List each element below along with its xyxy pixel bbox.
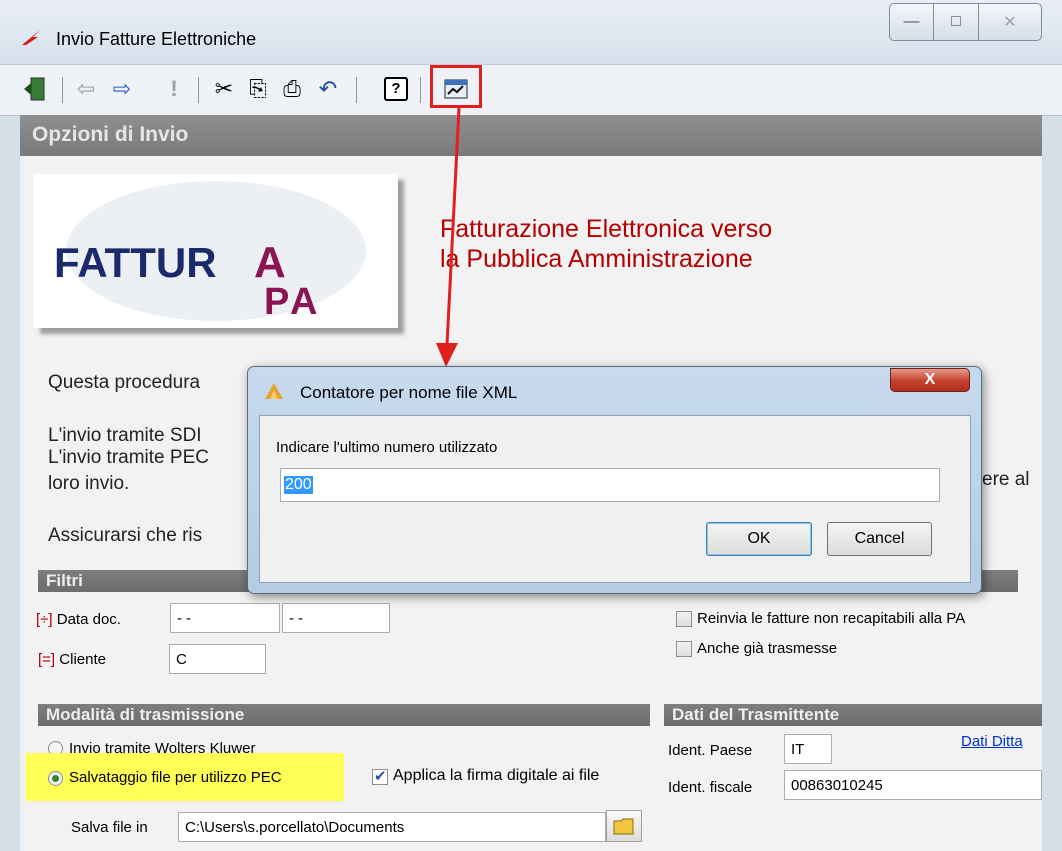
main-window: Invio Fatture Elettroniche — □ ✕ ⇦ ⇨ ! ✂…: [0, 0, 1062, 851]
arrow-left-icon: ⇦: [76, 76, 96, 101]
scissors-icon: ✂: [214, 76, 234, 101]
close-icon: ✕: [1003, 14, 1017, 31]
date-filter-label: [÷] Data doc.: [36, 611, 121, 628]
exclamation-icon: !: [170, 76, 178, 101]
assure-text: Assicurarsi che ris: [48, 525, 203, 546]
heading-line-2: la Pubblica Amministrazione: [440, 245, 753, 273]
date-to-input[interactable]: - -: [282, 603, 390, 633]
cancel-button[interactable]: Cancel: [827, 522, 932, 556]
undo-button[interactable]: ↶: [314, 75, 342, 103]
date-label-text: Data doc.: [56, 611, 121, 628]
minimize-icon: —: [903, 13, 920, 30]
section-title: Opzioni di Invio: [32, 123, 189, 146]
folder-icon: [613, 818, 634, 835]
forward-button[interactable]: ⇨: [108, 75, 136, 103]
counter-value: 200: [284, 476, 313, 494]
pec-text-line2: loro invio.: [48, 473, 130, 494]
logo-text-a: A: [254, 238, 286, 287]
alert-button[interactable]: !: [164, 75, 184, 103]
ok-button[interactable]: OK: [706, 522, 812, 556]
save-path-label: Salva file in: [71, 819, 148, 836]
fiscal-id-input[interactable]: 00863010245: [784, 770, 1042, 800]
window-title: Invio Fatture Elettroniche: [56, 29, 257, 49]
resend-label: Reinvia le fatture non recapitabili alla…: [697, 610, 966, 627]
counter-input[interactable]: 200: [280, 468, 940, 502]
dialog-close-button[interactable]: X: [890, 368, 970, 392]
resend-checkbox[interactable]: [676, 611, 692, 627]
client-filter-label: [=] Cliente: [38, 651, 106, 668]
maximize-button[interactable]: □: [933, 3, 979, 41]
back-button[interactable]: ⇦: [72, 75, 100, 103]
sdi-text: L'invio tramite SDI: [48, 425, 202, 446]
client-label-text: Cliente: [59, 651, 106, 668]
company-data-link[interactable]: Dati Ditta: [961, 733, 1023, 750]
digital-signature-label: Applica la firma digitale ai file: [393, 767, 600, 784]
close-window-button[interactable]: ✕: [978, 3, 1042, 41]
logo-text-p: P: [264, 281, 289, 323]
sender-group-title: Dati del Trasmittente: [664, 704, 1042, 726]
save-path-input[interactable]: C:\Users\s.porcellato\Documents: [178, 812, 606, 842]
logo-text-a2: A: [290, 281, 317, 323]
arrow-right-icon: ⇨: [112, 76, 132, 101]
radio-pec-label: Salvataggio file per utilizzo PEC: [69, 769, 282, 786]
copy-icon: ⎘: [249, 76, 267, 101]
date-filter-mark: [÷]: [36, 611, 53, 628]
toolbar-separator: [62, 77, 63, 103]
help-button[interactable]: ?: [382, 75, 410, 103]
annotation-highlight-box: [430, 65, 482, 108]
app-icon: [22, 30, 40, 45]
country-input[interactable]: IT: [784, 734, 832, 764]
client-input[interactable]: C: [169, 644, 266, 674]
toolbar-separator: [198, 77, 199, 103]
already-sent-label: Anche già trasmesse: [697, 640, 838, 657]
cut-button[interactable]: ✂: [210, 75, 238, 103]
toolbar-separator: [356, 77, 357, 103]
browse-folder-button[interactable]: [606, 810, 642, 842]
dialog-prompt: Indicare l'ultimo numero utilizzato: [276, 439, 498, 456]
exit-door-icon: [24, 77, 45, 101]
country-label: Ident. Paese: [668, 742, 753, 759]
section-header: Opzioni di Invio: [20, 115, 1042, 156]
xml-counter-dialog: Contatore per nome file XML X Indicare l…: [247, 366, 982, 594]
undo-icon: ↶: [318, 76, 338, 101]
dialog-app-icon: [265, 383, 283, 399]
pec-text-end: ere al: [982, 469, 1030, 490]
title-bar: Invio Fatture Elettroniche — □ ✕: [0, 0, 1062, 64]
fiscal-id-label: Ident. fiscale: [668, 779, 753, 796]
copy-button[interactable]: ⎘: [244, 75, 272, 103]
exit-button[interactable]: [20, 75, 50, 103]
logo-text-main: FATTUR: [54, 239, 217, 286]
client-filter-mark: [=]: [38, 651, 56, 668]
close-icon: X: [924, 371, 936, 388]
toolbar: ⇦ ⇨ ! ✂ ⎘ ⎙ ↶ ?: [0, 64, 1062, 116]
toolbar-separator: [420, 77, 421, 103]
fatturapa-logo: FATTUR A P A: [34, 174, 398, 328]
dialog-body: Indicare l'ultimo numero utilizzato 200 …: [259, 415, 971, 583]
procedure-text: Questa procedura: [48, 372, 201, 393]
already-sent-checkbox[interactable]: [676, 641, 692, 657]
heading-line-1: Fatturazione Elettronica verso: [440, 215, 773, 243]
radio-pec[interactable]: [48, 771, 63, 786]
digital-signature-checkbox[interactable]: [372, 767, 388, 785]
paste-icon: ⎙: [283, 76, 301, 101]
transmission-group-title: Modalità di trasmissione: [38, 704, 650, 726]
date-from-input[interactable]: - -: [170, 603, 280, 633]
dialog-title: Contatore per nome file XML: [300, 383, 518, 402]
pec-text: L'invio tramite PEC: [48, 447, 209, 468]
paste-button[interactable]: ⎙: [278, 75, 306, 103]
minimize-button[interactable]: —: [889, 3, 934, 41]
page-heading: Fatturazione Elettronica verso la Pubbli…: [440, 214, 772, 274]
help-icon: ?: [384, 77, 408, 101]
maximize-icon: □: [951, 13, 961, 30]
